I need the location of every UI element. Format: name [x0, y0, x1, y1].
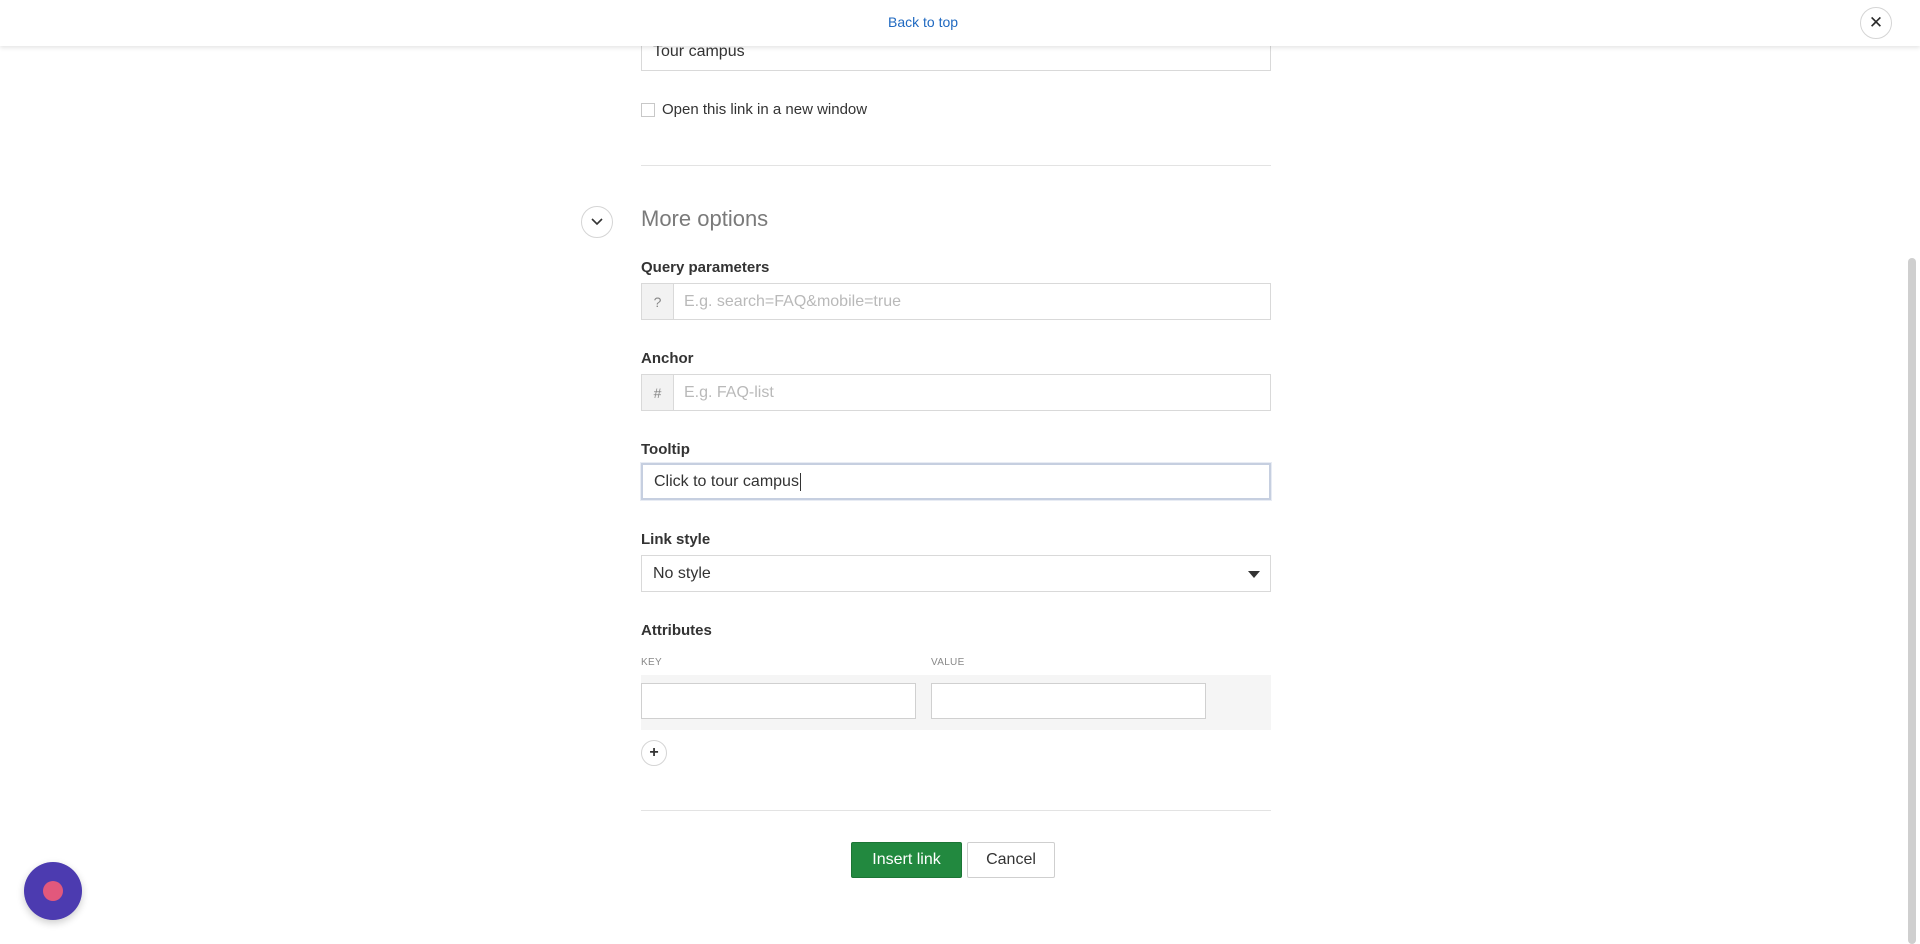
add-attribute-button[interactable]: + — [641, 740, 667, 766]
tooltip-input[interactable]: Click to tour campus — [641, 463, 1271, 500]
tooltip-value: Click to tour campus — [654, 472, 799, 490]
divider — [641, 810, 1271, 811]
attribute-value-input[interactable] — [931, 683, 1206, 719]
attribute-row — [641, 675, 1271, 730]
insert-link-button[interactable]: Insert link — [851, 842, 962, 878]
query-prefix: ? — [642, 284, 674, 319]
scrollbar-thumb[interactable] — [1908, 258, 1916, 944]
new-window-label: Open this link in a new window — [662, 101, 868, 118]
query-parameters-label: Query parameters — [641, 259, 770, 276]
attributes-key-header: KEY — [641, 657, 662, 668]
back-to-top-link[interactable]: Back to top — [888, 14, 958, 30]
anchor-input[interactable]: E.g. FAQ-list — [674, 375, 1270, 410]
more-options-title: More options — [641, 206, 769, 231]
tooltip-label: Tooltip — [641, 441, 690, 458]
new-window-option[interactable]: Open this link in a new window — [641, 101, 867, 118]
chevron-down-icon — [591, 218, 603, 226]
link-style-selected: No style — [653, 564, 711, 582]
dropdown-arrow-icon — [1248, 571, 1260, 578]
cancel-button[interactable]: Cancel — [967, 842, 1055, 878]
query-parameters-input[interactable]: E.g. search=FAQ&mobile=true — [674, 284, 1270, 319]
collapse-toggle-button[interactable] — [581, 206, 613, 238]
chat-icon — [43, 881, 63, 901]
anchor-label: Anchor — [641, 350, 694, 367]
top-bar: Back to top ✕ — [0, 0, 1920, 46]
chat-launcher-button[interactable] — [24, 862, 82, 920]
close-icon: ✕ — [1868, 13, 1884, 32]
new-window-checkbox[interactable] — [641, 102, 655, 117]
anchor-prefix: # — [642, 375, 674, 410]
attributes-label: Attributes — [641, 622, 712, 639]
attribute-key-input[interactable] — [641, 683, 916, 719]
text-caret — [799, 472, 801, 491]
attributes-value-header: VALUE — [931, 657, 965, 668]
query-parameters-field[interactable]: ? E.g. search=FAQ&mobile=true — [641, 283, 1271, 320]
anchor-field[interactable]: # E.g. FAQ-list — [641, 374, 1271, 411]
divider — [641, 165, 1271, 166]
link-style-label: Link style — [641, 531, 711, 548]
link-style-select[interactable]: No style — [641, 555, 1271, 592]
plus-icon: + — [649, 744, 659, 761]
close-button[interactable]: ✕ — [1860, 7, 1892, 39]
